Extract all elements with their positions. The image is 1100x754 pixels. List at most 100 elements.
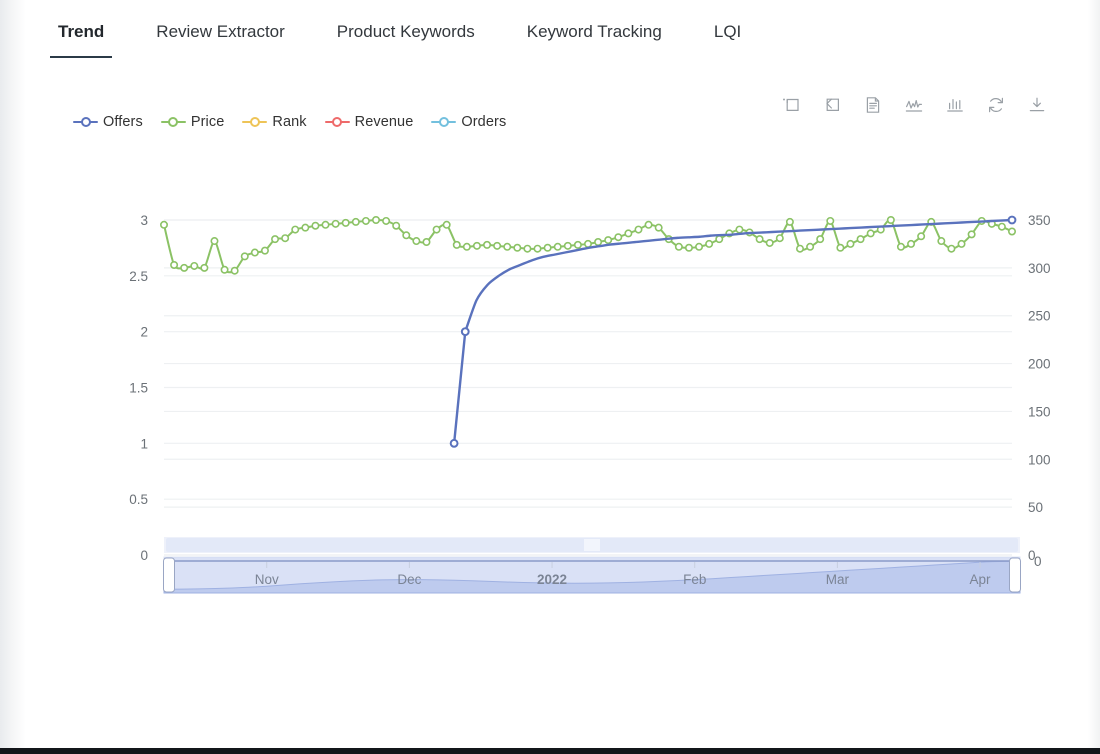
series-price-point <box>896 242 905 251</box>
series-price-point <box>957 239 966 248</box>
series-price-point <box>503 242 512 251</box>
series-price-point <box>795 244 804 253</box>
tab-label: Trend <box>58 22 105 41</box>
series-price-point <box>634 225 643 234</box>
window-bottom-bar <box>0 748 1100 754</box>
navigator-right-zero-label: 0 <box>1034 554 1042 569</box>
series-price-point <box>775 234 784 243</box>
tab-lqi[interactable]: LQI <box>714 22 741 58</box>
series-price-point <box>472 241 481 250</box>
chart-plot-area[interactable]: 0 0.5 1 1.5 2 2.5 3 0 50 100 150 200 250 300 350 Nov Dec… <box>26 58 1088 618</box>
series-price-point <box>765 238 774 247</box>
tab-label: Keyword Tracking <box>526 22 662 41</box>
navigator-tick-label: Apr <box>970 572 992 587</box>
series-price-point <box>695 242 704 251</box>
series-price-point <box>816 235 825 244</box>
y-axis-left-tick-label: 3 <box>140 213 148 228</box>
series-price-point <box>301 223 310 232</box>
tab-keyword-tracking[interactable]: Keyword Tracking <box>527 22 662 58</box>
series-price-point <box>886 216 895 225</box>
series-price-point <box>715 235 724 244</box>
y-axis-right-tick-label: 350 <box>1028 213 1051 228</box>
series-price-point <box>937 237 946 246</box>
navigator-handle-left-grip[interactable] <box>163 557 175 593</box>
series-price-point <box>533 244 542 253</box>
series-price-point <box>271 235 280 244</box>
series-price-point <box>442 220 451 229</box>
series-price-point <box>422 238 431 247</box>
series-price-point <box>604 236 613 245</box>
series-price-point <box>917 232 926 241</box>
series-price-point <box>553 242 562 251</box>
tab-product-keywords[interactable]: Product Keywords <box>337 22 475 58</box>
series-price-point <box>563 241 572 250</box>
series-price-point <box>250 248 259 257</box>
y-axis-left-tick-label: 2.5 <box>129 269 148 284</box>
series-price-point <box>170 260 179 269</box>
series-price-point <box>180 263 189 272</box>
series-price-point <box>291 225 300 234</box>
series-price-point <box>846 239 855 248</box>
series-price-point <box>230 266 239 275</box>
tab-bar: Trend Review Extractor Product Keywords Key… <box>26 0 1088 59</box>
series-price-point <box>947 244 956 253</box>
series-price-point <box>513 243 522 252</box>
series-price-point <box>1007 227 1016 236</box>
series-price-point <box>321 220 330 229</box>
series-price-point <box>856 235 865 244</box>
tab-review-extractor[interactable]: Review Extractor <box>156 22 284 58</box>
series-price-point <box>967 230 976 239</box>
series-price-point <box>705 239 714 248</box>
series-price-point <box>573 240 582 249</box>
series-price-point <box>351 217 360 226</box>
series-price-point <box>260 246 269 255</box>
series-price-point <box>997 222 1006 231</box>
y-axis-right-tick-label: 100 <box>1028 452 1051 467</box>
series-price-point <box>402 231 411 240</box>
series-price-point <box>281 234 290 243</box>
series-price-point <box>412 237 421 246</box>
chart-navigator[interactable]: Nov Dec 2022 Feb Mar Apr 0 <box>163 537 1042 594</box>
series-price-point <box>806 242 815 251</box>
series-offers-point <box>449 438 459 448</box>
y-axis-right-tick-label: 150 <box>1028 404 1051 419</box>
y-axis-right-tick-label: 250 <box>1028 309 1051 324</box>
series-price-point <box>200 263 209 272</box>
page-left-shadow <box>0 0 26 754</box>
series-price-point <box>392 221 401 230</box>
y-axis-right-tick-label: 50 <box>1028 500 1043 515</box>
y-axis-left-tick-label: 1 <box>140 436 148 451</box>
y-axis-left-tick-label: 0 <box>140 548 148 563</box>
series-price-point <box>836 243 845 252</box>
series-price-point <box>452 240 461 249</box>
series-price-point <box>684 243 693 252</box>
navigator-handle-right-grip[interactable] <box>1009 557 1021 593</box>
series-price-point <box>371 216 380 225</box>
series-price-point <box>614 233 623 242</box>
series-price-point <box>674 242 683 251</box>
chart-svg[interactable]: 0 0.5 1 1.5 2 2.5 3 0 50 100 150 200 250 300 350 Nov Dec… <box>26 58 1088 618</box>
navigator-handle-left[interactable] <box>163 557 175 593</box>
navigator-tick-label: 2022 <box>537 572 567 587</box>
series-price-point <box>624 229 633 238</box>
tab-label: Product Keywords <box>336 22 475 41</box>
series-price-point <box>210 237 219 246</box>
series-price-point <box>361 216 370 225</box>
series-price-point <box>220 265 229 274</box>
app-root: Trend Review Extractor Product Keywords Key… <box>0 0 1100 754</box>
series-price-point <box>755 235 764 244</box>
navigator-handle-right[interactable] <box>1009 557 1021 593</box>
series-price-point <box>462 242 471 251</box>
navigator-tick-label: Nov <box>255 572 279 587</box>
series-price-point <box>240 252 249 261</box>
y-axis-right-tick-label: 200 <box>1028 357 1051 372</box>
series-price-point <box>735 225 744 234</box>
series-price-point <box>583 239 592 248</box>
navigator-tick-label: Feb <box>683 572 706 587</box>
series-price-point <box>331 219 340 228</box>
tab-trend[interactable]: Trend <box>49 22 113 59</box>
series-price-point <box>382 216 391 225</box>
series-price-point <box>483 240 492 249</box>
series-price-point <box>654 223 663 232</box>
series-price-point <box>160 220 169 229</box>
